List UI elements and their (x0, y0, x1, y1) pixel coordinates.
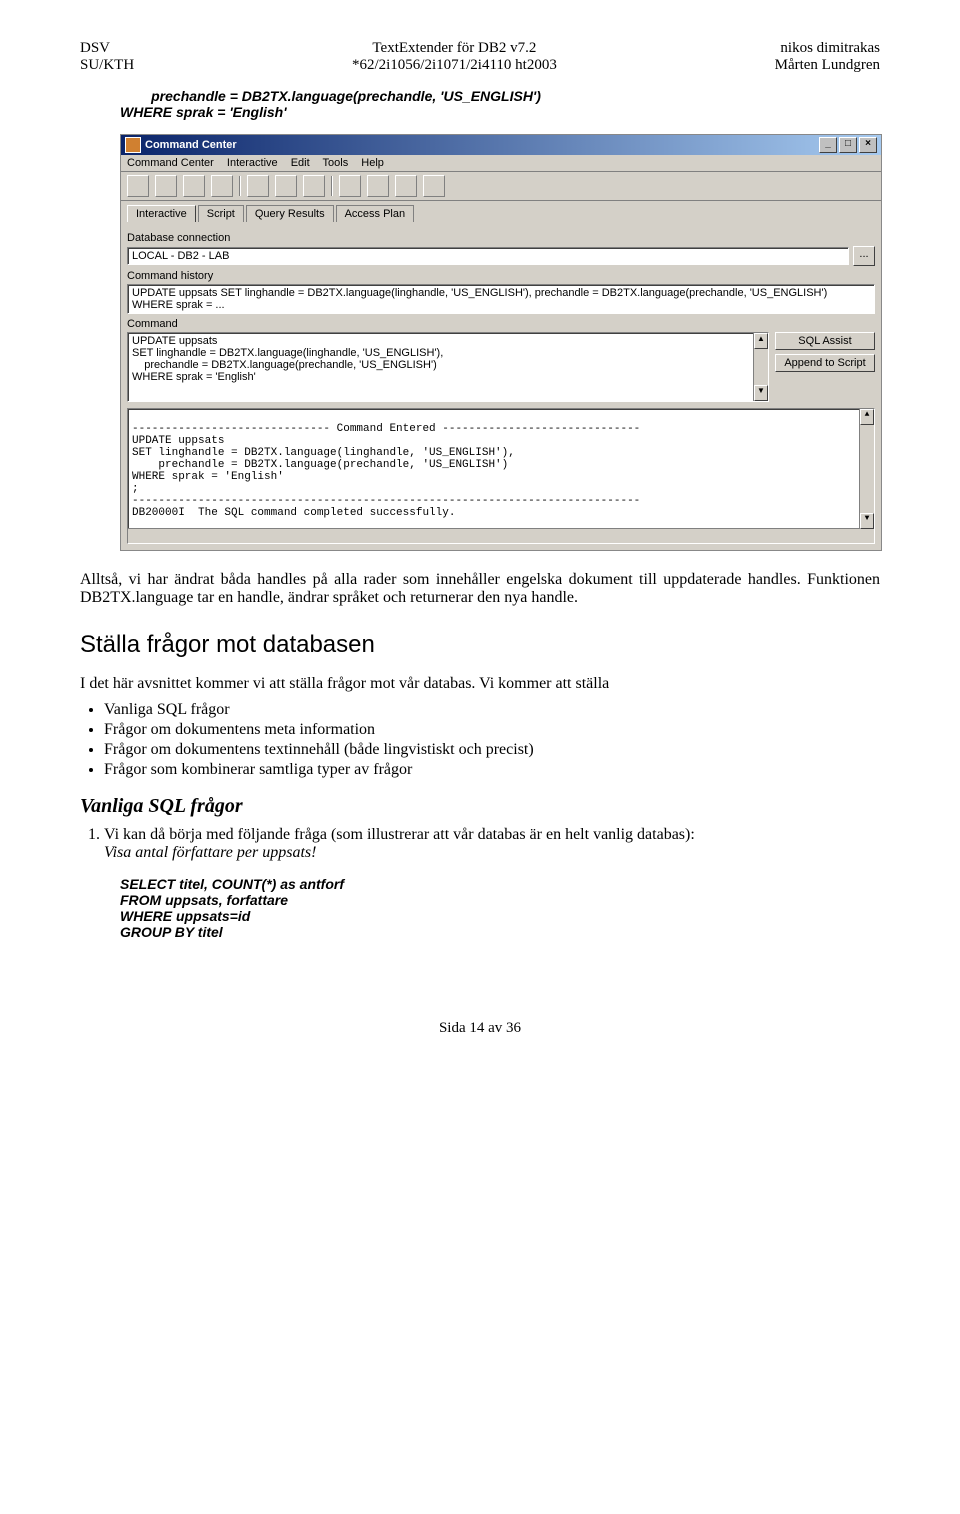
tab-query-results[interactable]: Query Results (246, 205, 334, 222)
subsection-heading: Vanliga SQL frågor (80, 795, 880, 818)
header-left: DSVSU/KTH (80, 40, 134, 74)
header-right: nikos dimitrakasMårten Lundgren (775, 40, 880, 74)
db-connection-field[interactable]: LOCAL - DB2 - LAB (127, 247, 849, 265)
numbered-list: Vi kan då börja med följande fråga (som … (104, 826, 880, 862)
toolbar-separator (239, 176, 241, 196)
toolbar-button[interactable] (367, 175, 389, 197)
section-heading: Ställa frågor mot databasen (80, 631, 880, 659)
command-label: Command (127, 318, 875, 330)
command-text: UPDATE uppsats SET linghandle = DB2TX.la… (132, 335, 443, 383)
scroll-down-icon[interactable]: ▼ (754, 385, 768, 401)
toolbar-button[interactable] (423, 175, 445, 197)
list-item: Frågor om dokumentens textinnehåll (både… (104, 741, 880, 759)
command-history-field[interactable]: UPDATE uppsats SET linghandle = DB2TX.la… (127, 284, 875, 314)
list-item: Frågor som kombinerar samtliga typer av … (104, 761, 880, 779)
hdr-c2: *62/2i1056/2i1071/2i4110 ht2003 (352, 57, 557, 73)
toolbar-button[interactable] (303, 175, 325, 197)
numbered-italic-text: Visa antal författare per uppsats! (104, 844, 316, 861)
menu-item[interactable]: Edit (291, 157, 310, 169)
page-header: DSVSU/KTH TextExtender för DB2 v7.2*62/2… (80, 40, 880, 74)
hdr-r2: Mårten Lundgren (775, 57, 880, 73)
toolbar-button[interactable] (127, 175, 149, 197)
toolbar-button[interactable] (211, 175, 233, 197)
toolbar-button[interactable] (155, 175, 177, 197)
window-titlebar[interactable]: Command Center _ □ × (121, 135, 881, 155)
bullet-list: Vanliga SQL frågor Frågor om dokumentens… (104, 701, 880, 779)
command-textarea[interactable]: UPDATE uppsats SET linghandle = DB2TX.la… (127, 332, 769, 402)
toolbar (121, 172, 881, 201)
header-center: TextExtender för DB2 v7.2*62/2i1056/2i10… (352, 40, 557, 74)
minimize-button[interactable]: _ (819, 137, 837, 153)
tab-bar: Interactive Script Query Results Access … (121, 201, 881, 222)
menu-item[interactable]: Interactive (227, 157, 278, 169)
close-button[interactable]: × (859, 137, 877, 153)
list-item: Vanliga SQL frågor (104, 701, 880, 719)
menu-item[interactable]: Help (361, 157, 384, 169)
output-console[interactable]: ------------------------------ Command E… (127, 408, 875, 544)
menu-item[interactable]: Tools (323, 157, 349, 169)
code-snippet-bottom: SELECT titel, COUNT(*) as antforf FROM u… (120, 876, 880, 940)
section-intro: I det här avsnittet kommer vi att ställa… (80, 675, 880, 693)
command-history-label: Command history (127, 270, 875, 282)
hdr-r1: nikos dimitrakas (780, 40, 880, 56)
paragraph-after-screenshot: Alltså, vi har ändrat båda handles på al… (80, 571, 880, 607)
output-text: ------------------------------ Command E… (132, 423, 640, 519)
hdr-c1: TextExtender för DB2 v7.2 (372, 40, 536, 56)
vertical-scrollbar[interactable]: ▲▼ (753, 333, 768, 401)
toolbar-button[interactable] (339, 175, 361, 197)
hdr-l1: DSV (80, 40, 110, 56)
window-title: Command Center (145, 139, 237, 151)
main-panel: Database connection LOCAL - DB2 - LAB ..… (121, 222, 881, 550)
code-snippet-top: prechandle = DB2TX.language(prechandle, … (120, 88, 880, 120)
toolbar-button[interactable] (183, 175, 205, 197)
append-to-script-button[interactable]: Append to Script (775, 354, 875, 372)
scroll-up-icon[interactable]: ▲ (860, 409, 874, 425)
hdr-l2: SU/KTH (80, 57, 134, 73)
app-icon (125, 137, 141, 153)
numbered-intro-text: Vi kan då börja med följande fråga (som … (104, 826, 695, 843)
scroll-down-icon[interactable]: ▼ (860, 513, 874, 529)
maximize-button[interactable]: □ (839, 137, 857, 153)
sql-assist-button[interactable]: SQL Assist (775, 332, 875, 350)
list-item: Vi kan då börja med följande fråga (som … (104, 826, 880, 862)
tab-interactive[interactable]: Interactive (127, 205, 196, 222)
horizontal-scrollbar[interactable] (128, 528, 860, 543)
db-browse-button[interactable]: ... (853, 246, 875, 266)
tab-script[interactable]: Script (198, 205, 244, 222)
toolbar-button[interactable] (395, 175, 417, 197)
toolbar-button[interactable] (275, 175, 297, 197)
command-center-window: Command Center _ □ × Command Center Inte… (120, 134, 882, 551)
scroll-up-icon[interactable]: ▲ (754, 333, 768, 349)
page-footer: Sida 14 av 36 (80, 1020, 880, 1037)
db-connection-label: Database connection (127, 232, 875, 244)
list-item: Frågor om dokumentens meta information (104, 721, 880, 739)
toolbar-button[interactable] (247, 175, 269, 197)
tab-access-plan[interactable]: Access Plan (336, 205, 415, 222)
menu-bar: Command Center Interactive Edit Tools He… (121, 155, 881, 172)
vertical-scrollbar[interactable]: ▲▼ (859, 409, 874, 543)
toolbar-separator (331, 176, 333, 196)
menu-item[interactable]: Command Center (127, 157, 214, 169)
